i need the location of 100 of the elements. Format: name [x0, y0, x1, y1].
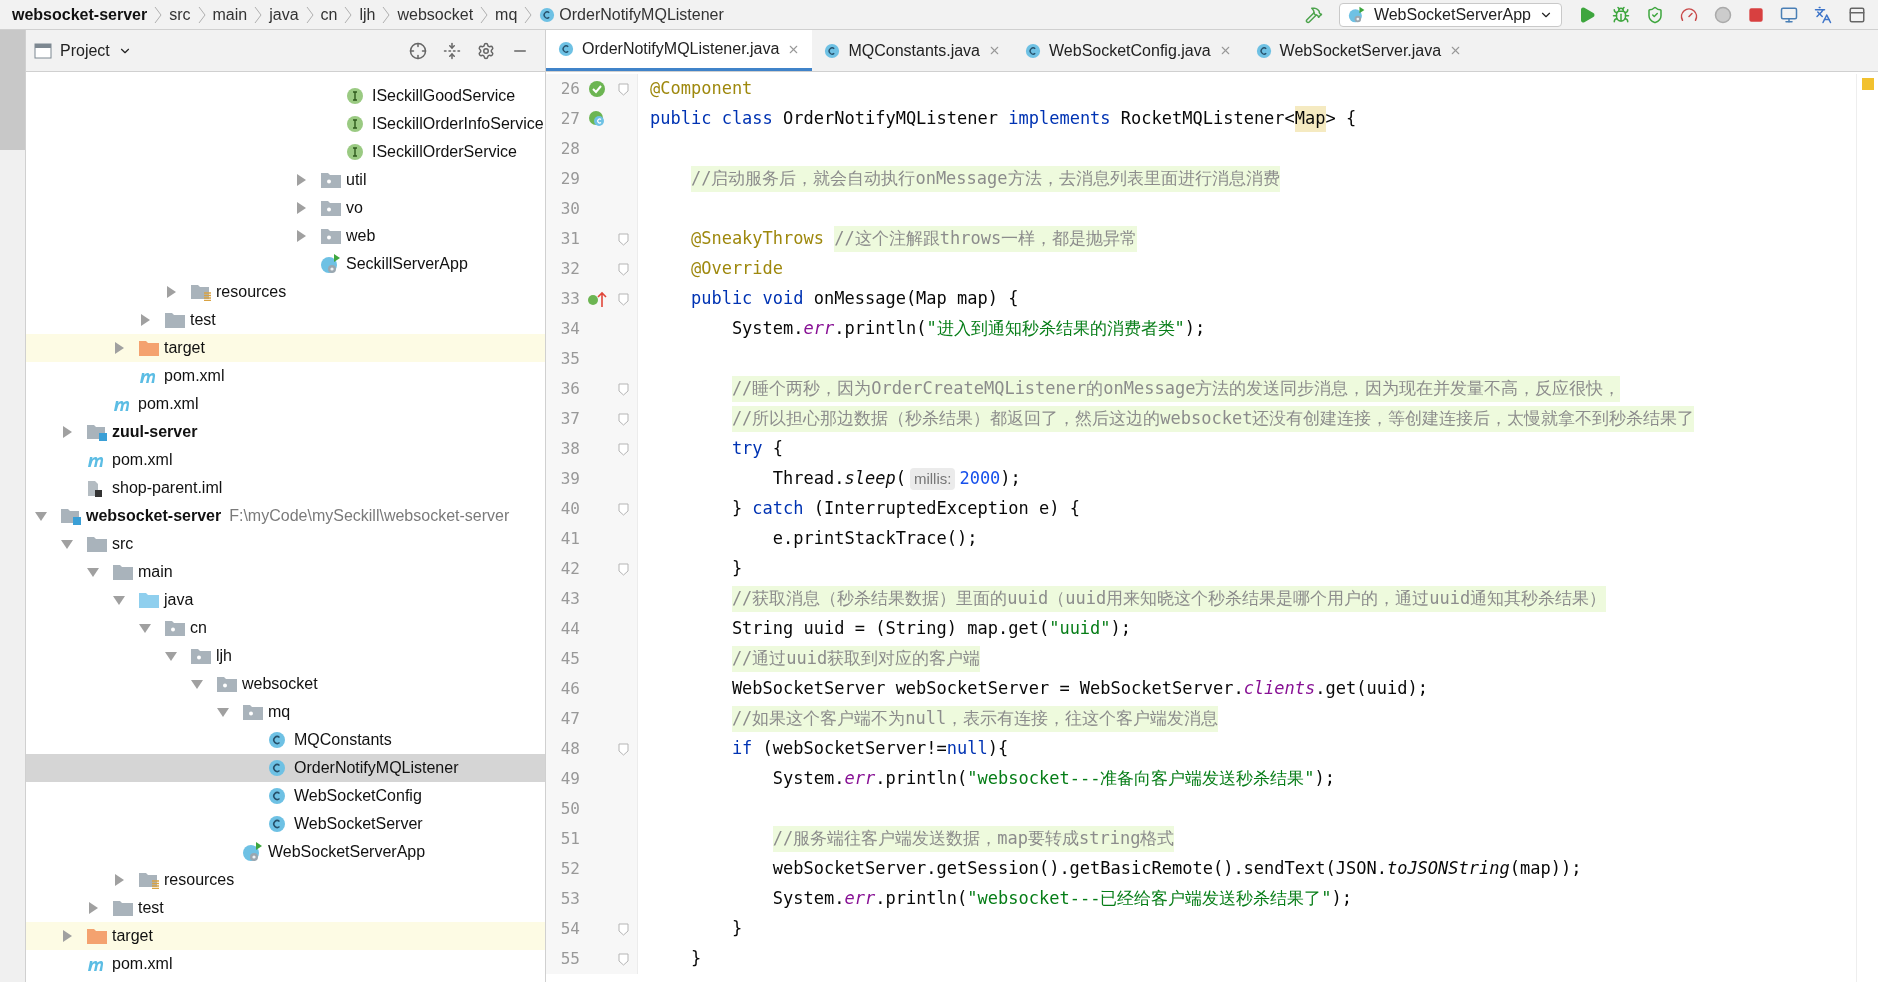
tree-item[interactable]: ISeckillGoodService: [26, 82, 545, 110]
debug-icon[interactable]: [1612, 5, 1630, 24]
tree-item[interactable]: SeckillServerApp: [26, 250, 545, 278]
line-number: 34: [559, 318, 580, 340]
editor-tab[interactable]: MQConstants.java: [812, 30, 1013, 71]
tree-item[interactable]: cn: [26, 614, 545, 642]
tree-item[interactable]: main: [26, 558, 545, 586]
tree-item[interactable]: test: [26, 306, 545, 334]
tree-item[interactable]: pom.xml: [26, 446, 545, 474]
fold-marker-icon[interactable]: [617, 382, 629, 396]
collapsed-arrow-icon[interactable]: [112, 341, 126, 355]
collapse-all-icon[interactable]: [443, 41, 461, 60]
tree-item[interactable]: test: [26, 894, 545, 922]
fold-marker-icon[interactable]: [617, 952, 629, 966]
fold-marker-icon[interactable]: [617, 232, 629, 246]
layout-icon[interactable]: [1848, 5, 1866, 24]
expanded-arrow-icon[interactable]: [60, 537, 74, 551]
project-view-dropdown[interactable]: Project: [60, 38, 132, 63]
tree-item[interactable]: java: [26, 586, 545, 614]
tree-item[interactable]: MQConstants: [26, 726, 545, 754]
tree-item[interactable]: shop-parent.iml: [26, 474, 545, 502]
editor-tab[interactable]: WebSocketConfig.java: [1013, 30, 1244, 71]
tree-item[interactable]: websocket: [26, 670, 545, 698]
collapsed-arrow-icon[interactable]: [138, 313, 152, 327]
stop-icon[interactable]: [1748, 6, 1764, 23]
build-icon[interactable]: [1304, 5, 1323, 24]
code-text: .println(: [834, 317, 927, 341]
collapsed-arrow-icon[interactable]: [60, 425, 74, 439]
tree-item[interactable]: src: [26, 530, 545, 558]
tree-item[interactable]: resources: [26, 278, 545, 306]
translate-icon[interactable]: [1814, 5, 1832, 24]
collapsed-arrow-icon[interactable]: [112, 873, 126, 887]
tree-item[interactable]: vo: [26, 194, 545, 222]
fold-marker-icon[interactable]: [617, 82, 629, 96]
expanded-arrow-icon[interactable]: [86, 565, 100, 579]
tree-item[interactable]: pom.xml: [26, 362, 545, 390]
expanded-arrow-icon[interactable]: [216, 705, 230, 719]
fold-marker-icon[interactable]: [617, 292, 629, 306]
tree-item[interactable]: util: [26, 166, 545, 194]
tree-item[interactable]: mq: [26, 698, 545, 726]
coverage-icon[interactable]: [1646, 5, 1664, 24]
fold-marker-icon[interactable]: [617, 442, 629, 456]
editor-tab[interactable]: WebSocketServer.java: [1243, 30, 1475, 71]
tree-item[interactable]: OrderNotifyMQListener: [26, 754, 545, 782]
tree-item[interactable]: target: [26, 334, 545, 362]
fold-marker-icon[interactable]: [617, 922, 629, 936]
collapsed-arrow-icon[interactable]: [294, 201, 308, 215]
tree-item[interactable]: WebSocketServer: [26, 810, 545, 838]
package-icon: [320, 227, 342, 245]
tree-item[interactable]: WebSocketConfig: [26, 782, 545, 810]
profiler-icon[interactable]: [1680, 5, 1698, 24]
warning-marker[interactable]: [1861, 78, 1874, 90]
tree-item[interactable]: ISeckillOrderInfoService: [26, 110, 545, 138]
breadcrumb-item[interactable]: cn: [320, 2, 338, 27]
run-configuration-dropdown[interactable]: WebSocketServerApp: [1338, 2, 1562, 27]
collapsed-arrow-icon[interactable]: [60, 929, 74, 943]
tree-item[interactable]: pom.xml: [26, 950, 545, 978]
collapsed-arrow-icon[interactable]: [294, 173, 308, 187]
fold-marker-icon[interactable]: [617, 412, 629, 426]
close-icon[interactable]: [988, 44, 1001, 57]
expanded-arrow-icon[interactable]: [138, 621, 152, 635]
code-text: .println(: [875, 887, 968, 911]
settings-icon[interactable]: [477, 41, 495, 60]
collapsed-arrow-icon[interactable]: [164, 285, 178, 299]
tree-item[interactable]: pom.xml: [26, 390, 545, 418]
fold-marker-icon[interactable]: [617, 262, 629, 276]
expanded-arrow-icon[interactable]: [112, 593, 126, 607]
collapsed-arrow-icon[interactable]: [86, 901, 100, 915]
code-keyword: public class: [650, 107, 773, 131]
breadcrumb-item[interactable]: ljh: [359, 2, 376, 27]
breadcrumb-item[interactable]: OrderNotifyMQListener: [559, 2, 724, 27]
fold-marker-icon[interactable]: [617, 742, 629, 756]
tree-item[interactable]: ISeckillOrderService: [26, 138, 545, 166]
bean-icon[interactable]: [588, 80, 606, 98]
editor-tab[interactable]: OrderNotifyMQListener.java: [546, 30, 813, 71]
expanded-arrow-icon[interactable]: [34, 509, 48, 523]
bean-class-icon[interactable]: [588, 110, 606, 128]
breadcrumb-item[interactable]: mq: [495, 2, 518, 27]
expanded-arrow-icon[interactable]: [190, 677, 204, 691]
breadcrumb-item[interactable]: java: [269, 2, 299, 27]
tree-item[interactable]: web: [26, 222, 545, 250]
fold-marker-icon[interactable]: [617, 562, 629, 576]
tree-item[interactable]: zuul-server: [26, 418, 545, 446]
locate-icon[interactable]: [409, 41, 427, 60]
fold-marker-icon[interactable]: [617, 502, 629, 516]
tree-item[interactable]: resources: [26, 866, 545, 894]
breadcrumb-item[interactable]: websocket-server: [12, 2, 148, 27]
collapsed-arrow-icon[interactable]: [294, 229, 308, 243]
breadcrumb-item[interactable]: websocket: [397, 2, 474, 27]
tree-item[interactable]: ljh: [26, 642, 545, 670]
breadcrumb-item[interactable]: src: [169, 2, 191, 27]
implements-method-icon[interactable]: [587, 290, 607, 308]
breadcrumb-item[interactable]: main: [212, 2, 248, 27]
tree-item[interactable]: target: [26, 922, 545, 950]
attach-icon[interactable]: [1714, 5, 1732, 24]
expanded-arrow-icon[interactable]: [164, 649, 178, 663]
window-icon[interactable]: [1780, 5, 1798, 24]
run-icon[interactable]: [1578, 5, 1596, 24]
tree-item[interactable]: websocket-server F:\myCode\mySeckill\websocket-server: [26, 502, 545, 530]
tree-item[interactable]: WebSocketServerApp: [26, 838, 545, 866]
